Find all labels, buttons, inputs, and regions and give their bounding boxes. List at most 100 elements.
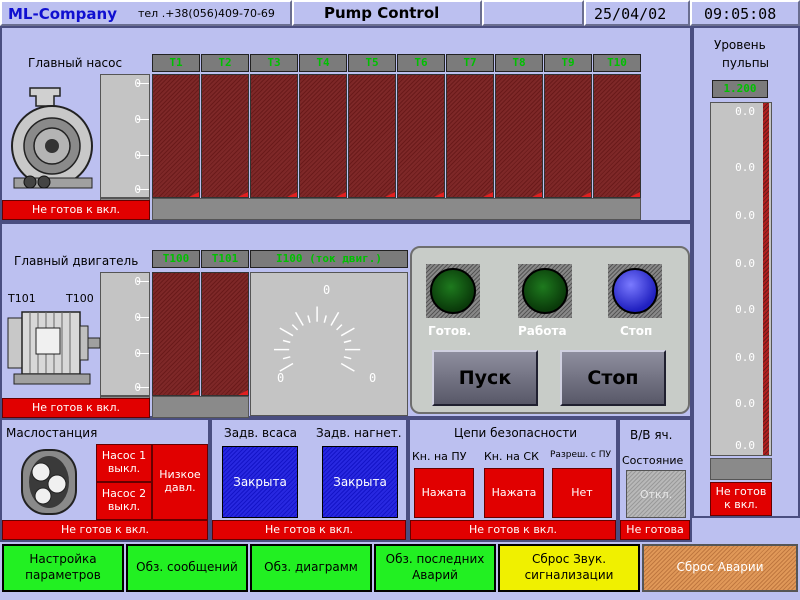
main-motor-scale: 0 0 0 0 <box>100 272 150 396</box>
level-scale-label: 0.0 <box>735 257 755 270</box>
valves-panel: Задв. всаса Задв. нагнет. Закрыта Закрыт… <box>210 418 408 542</box>
pu-button-label: Кн. на ПУ <box>412 450 467 463</box>
header-time-cell: 09:05:08 <box>690 0 800 26</box>
oil-station-panel: Маслостанция Насос 1 выкл. Насос 2 выкл.… <box>0 418 210 542</box>
level-fill <box>763 103 769 455</box>
work-lamp-label: Работа <box>518 324 567 338</box>
channel-bars-foot <box>152 198 641 220</box>
work-lamp-icon <box>522 268 568 314</box>
channel-t4-header: T4 <box>299 54 347 72</box>
oil-pump2-state: Насос 2 выкл. <box>96 482 152 520</box>
header-title-cell: Pump Control <box>292 0 482 26</box>
level-scale-label: 0.0 <box>735 439 755 452</box>
work-lamp <box>518 264 572 318</box>
sk-button-state: Нажата <box>484 468 544 518</box>
channel-t3-header: T3 <box>250 54 298 72</box>
main-pump-label: Главный насос <box>28 56 123 70</box>
gauge-right-value: 0 <box>369 371 377 385</box>
channel-t4-bar <box>299 74 347 198</box>
hv-state-value: Откл. <box>626 470 686 518</box>
diagrams-button[interactable]: Обз. диаграмм <box>250 544 372 592</box>
company-name: ML-Company <box>8 5 117 23</box>
permission-state: Нет <box>552 468 612 518</box>
main-pump-panel: Главный насос 0 0 0 0 T1 T2 T3 T4 T5 T6 … <box>0 26 692 222</box>
channel-t3-bar <box>250 74 298 198</box>
header-date-cell: 25/04/02 <box>584 0 690 26</box>
suction-valve-label: Задв. всаса <box>224 426 298 440</box>
reset-sound-button[interactable]: Сброс Звук. сигнализации <box>498 544 640 592</box>
level-scale-label: 0.0 <box>735 303 755 316</box>
header-brand-cell: ML-Company тел .+38(056)409-70-69 <box>0 0 292 26</box>
channel-t100-header: T100 <box>152 250 200 268</box>
current-date: 25/04/02 <box>594 5 667 23</box>
main-motor-label: Главный двигатель <box>14 254 139 268</box>
electric-motor-icon <box>7 311 101 385</box>
channel-t8-header: T8 <box>495 54 543 72</box>
channel-t2-bar <box>201 74 249 198</box>
ready-lamp <box>426 264 480 318</box>
stop-button[interactable]: Стоп <box>560 350 666 406</box>
channel-t9-header: T9 <box>544 54 592 72</box>
channel-t10-header: T10 <box>593 54 641 72</box>
level-title-line1: Уровень <box>714 38 766 52</box>
level-scale-label: 0.0 <box>735 397 755 410</box>
oil-station-label: Маслостанция <box>6 426 98 440</box>
channel-t5-header: T5 <box>348 54 396 72</box>
channel-t2-header: T2 <box>201 54 249 72</box>
level-scale-label: 0.0 <box>735 209 755 222</box>
settings-button[interactable]: Настройка параметров <box>2 544 124 592</box>
level-bar: 0.0 0.0 0.0 0.0 0.0 0.0 0.0 0.0 <box>710 102 772 456</box>
motor-t101-label: T101 <box>8 292 36 305</box>
control-panel: Готов. Работа Стоп Пуск Стоп <box>410 246 690 414</box>
company-phone: тел .+38(056)409-70-69 <box>138 7 275 20</box>
page-title: Pump Control <box>324 4 440 22</box>
channel-t101-bar <box>201 272 249 396</box>
discharge-valve-state: Закрыта <box>322 446 398 518</box>
oil-pump1-state: Насос 1 выкл. <box>96 444 152 482</box>
level-panel: Уровень пульпы 1.200 0.0 0.0 0.0 0.0 0.0… <box>692 26 800 518</box>
hv-cell-label: В/В яч. <box>630 428 673 442</box>
start-button[interactable]: Пуск <box>432 350 538 406</box>
channel-t7-bar <box>446 74 494 198</box>
last-alarms-button[interactable]: Обз. последних Аварий <box>374 544 496 592</box>
channel-t8-bar <box>495 74 543 198</box>
reset-alarm-button[interactable]: Сброс Аварии <box>642 544 798 592</box>
level-bar-foot <box>710 458 772 480</box>
level-scale-label: 0.0 <box>735 161 755 174</box>
stop-lamp-label: Стоп <box>620 324 653 338</box>
pu-button-state: Нажата <box>414 468 474 518</box>
motor-current-gauge: 0 0 0 <box>250 272 408 416</box>
channel-t5-bar <box>348 74 396 198</box>
level-scale-label: 0.0 <box>735 351 755 364</box>
level-title-line2: пульпы <box>722 56 770 70</box>
messages-button[interactable]: Обз. сообщений <box>126 544 248 592</box>
discharge-valve-label: Задв. нагнет. <box>316 426 402 440</box>
oil-station-status: Не готов к вкл. <box>2 520 208 540</box>
stop-lamp <box>608 264 662 318</box>
oil-low-pressure: Низкое давл. <box>152 444 208 520</box>
oil-pump-icon <box>21 449 77 515</box>
channel-t101-header: T101 <box>201 250 249 268</box>
motor-bars-foot <box>152 396 249 418</box>
motor-t100-label: T100 <box>66 292 94 305</box>
channel-t10-bar <box>593 74 641 198</box>
hv-cell-panel: В/В яч. Состояние Откл. Не готова <box>618 418 692 542</box>
header-spacer <box>482 0 584 26</box>
permission-label: Разреш. с ПУ <box>550 450 611 460</box>
channel-t9-bar <box>544 74 592 198</box>
valves-status: Не готов к вкл. <box>212 520 406 540</box>
main-motor-status: Не готов к вкл. <box>2 398 150 418</box>
main-pump-scale: 0 0 0 0 <box>100 74 150 198</box>
gauge-left-value: 0 <box>277 371 285 385</box>
ready-lamp-label: Готов. <box>428 324 472 338</box>
gauge-top-value: 0 <box>323 283 331 297</box>
sk-button-label: Кн. на СК <box>484 450 539 463</box>
channel-t6-header: T6 <box>397 54 445 72</box>
channel-t1-bar <box>152 74 200 198</box>
safety-status: Не готов к вкл. <box>410 520 616 540</box>
level-status: Не готов к вкл. <box>710 482 772 516</box>
main-pump-status: Не готов к вкл. <box>2 200 150 220</box>
hv-state-label: Состояние <box>622 454 684 467</box>
safety-panel: Цепи безопасности Кн. на ПУ Кн. на СК Ра… <box>408 418 618 542</box>
ready-lamp-icon <box>430 268 476 314</box>
